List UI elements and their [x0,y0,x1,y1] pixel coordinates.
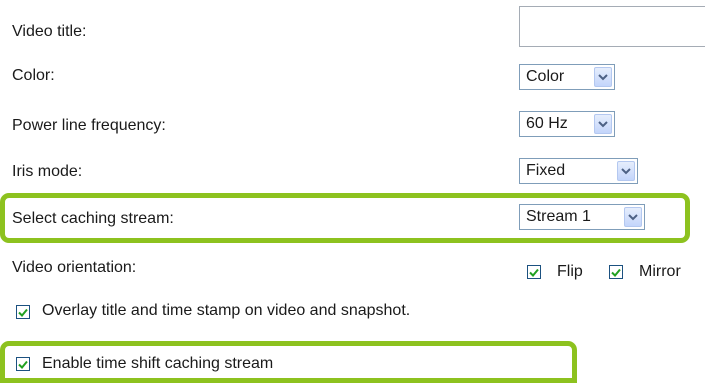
color-select[interactable]: Color [519,64,615,90]
video-title-input[interactable] [519,6,705,47]
chevron-down-icon[interactable] [617,161,635,181]
overlay-label: Overlay title and time stamp on video an… [42,302,411,319]
caching-stream-label: Select caching stream: [12,210,174,227]
iris-mode-label: Iris mode: [12,163,83,180]
checkmark-icon [18,308,28,317]
flip-checkbox[interactable] [527,265,541,279]
video-orientation-label: Video orientation: [12,259,137,276]
video-title-label: Video title: [12,23,87,40]
caching-stream-select[interactable]: Stream 1 [519,204,645,230]
mirror-checkbox[interactable] [609,265,623,279]
time-shift-label: Enable time shift caching stream [42,355,274,372]
power-line-frequency-select[interactable]: 60 Hz [519,111,615,137]
chevron-down-icon[interactable] [624,207,642,227]
iris-mode-value: Fixed [526,162,566,179]
caching-stream-value: Stream 1 [526,208,591,225]
color-select-value: Color [526,68,565,85]
chevron-down-icon[interactable] [594,114,612,134]
color-label: Color: [12,67,55,84]
time-shift-checkbox[interactable] [16,357,30,371]
power-line-frequency-value: 60 Hz [526,115,568,132]
checkmark-icon [611,268,621,277]
chevron-down-icon[interactable] [594,67,612,87]
checkmark-icon [18,360,28,369]
power-line-frequency-label: Power line frequency: [12,117,166,134]
mirror-label: Mirror [639,263,681,280]
overlay-checkbox[interactable] [16,305,30,319]
flip-label: Flip [557,263,583,280]
checkmark-icon [529,268,539,277]
iris-mode-select[interactable]: Fixed [519,158,638,184]
